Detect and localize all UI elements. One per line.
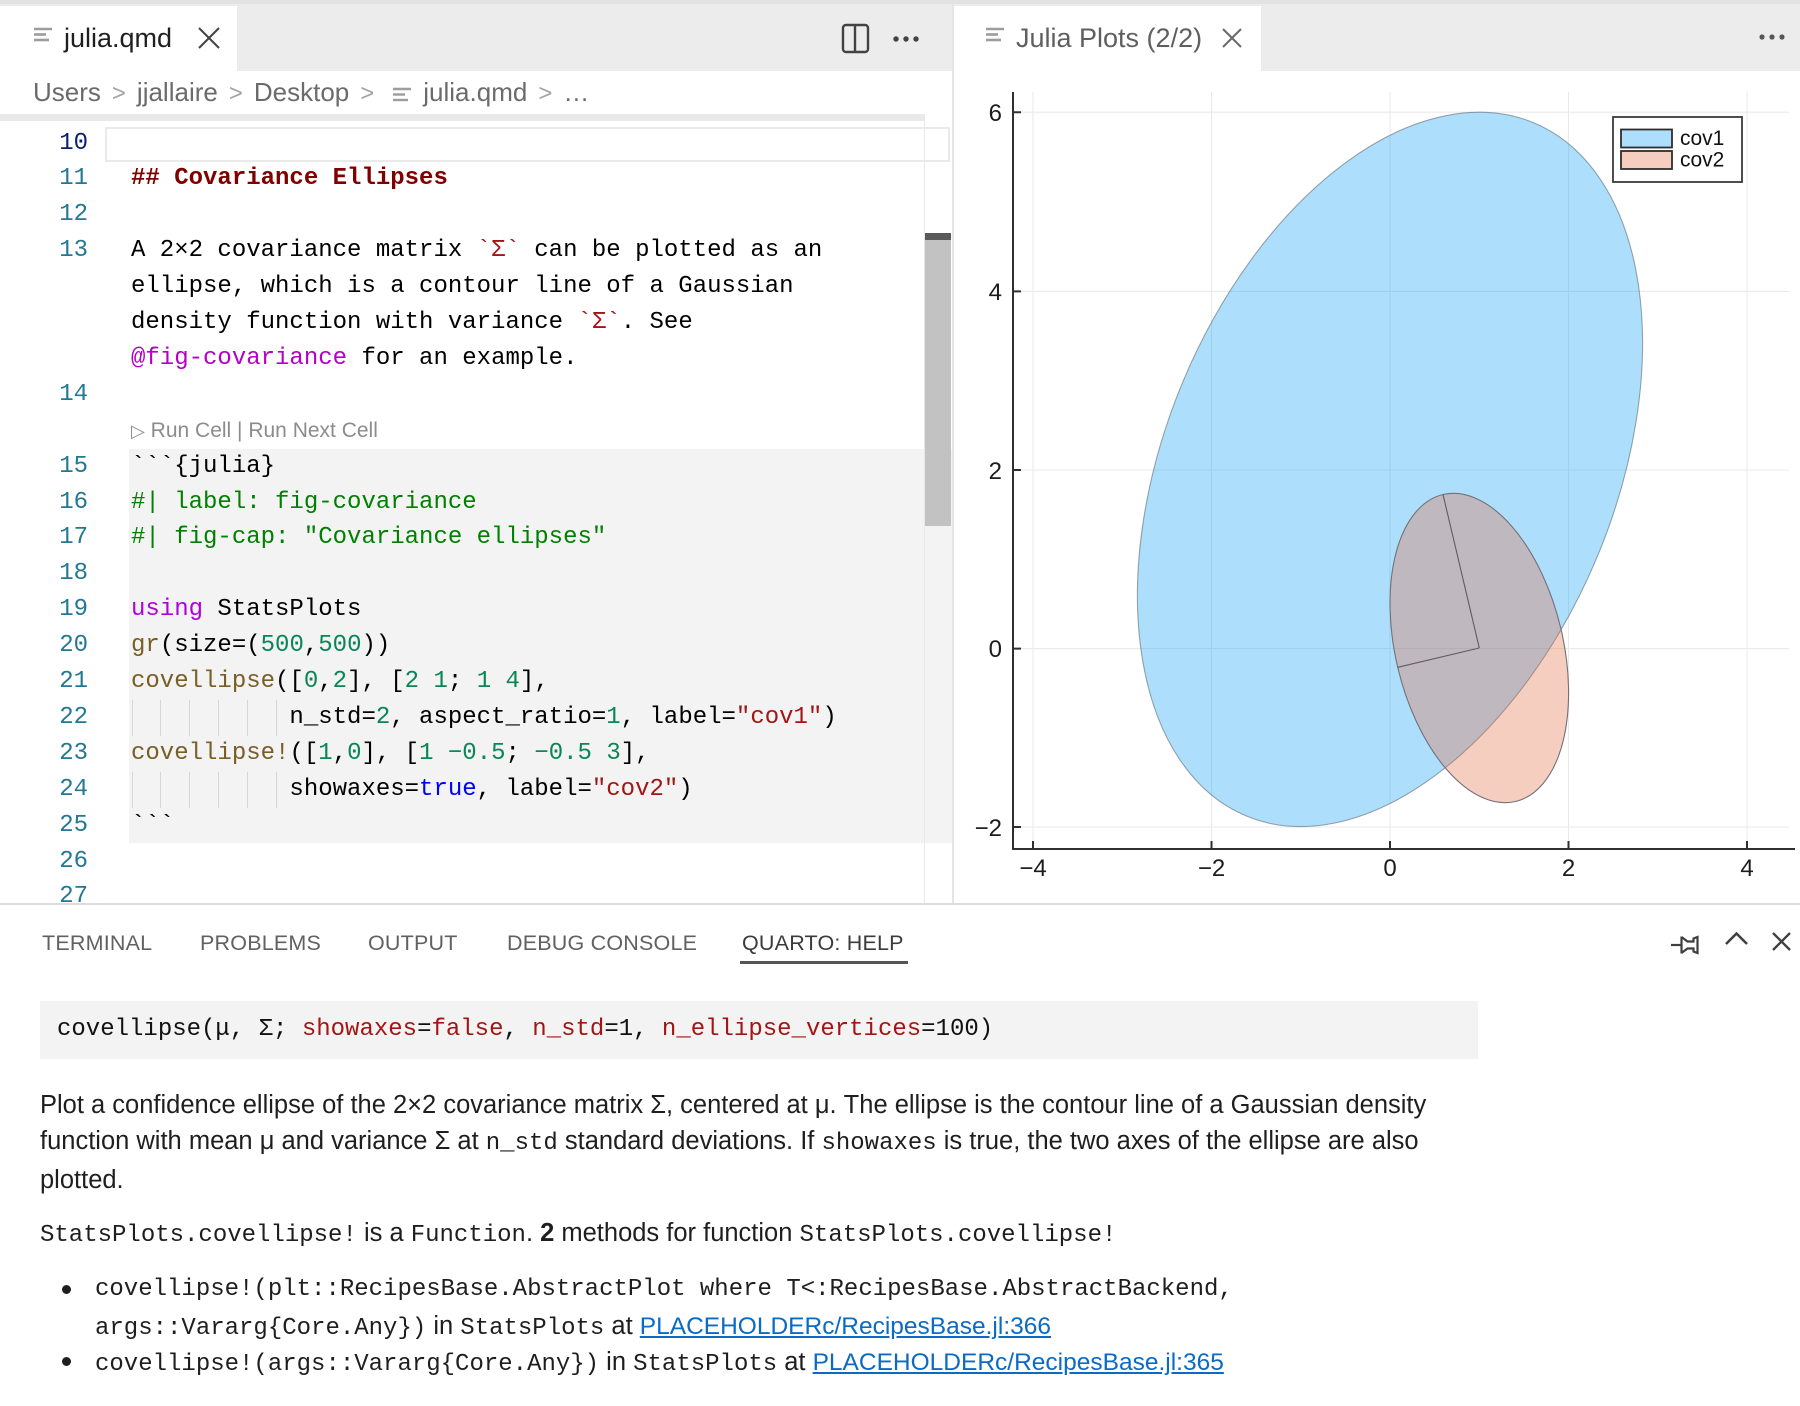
svg-text:cov1: cov1 <box>1680 127 1724 150</box>
svg-text:2: 2 <box>989 458 1002 485</box>
svg-text:−2: −2 <box>1198 855 1225 882</box>
svg-text:6: 6 <box>989 100 1002 127</box>
svg-text:−2: −2 <box>975 815 1002 842</box>
svg-text:2: 2 <box>1562 855 1575 882</box>
svg-text:cov2: cov2 <box>1680 149 1724 172</box>
svg-text:−4: −4 <box>1019 855 1046 882</box>
svg-text:0: 0 <box>989 636 1002 663</box>
svg-text:0: 0 <box>1383 855 1396 882</box>
svg-text:4: 4 <box>1740 855 1753 882</box>
svg-text:4: 4 <box>989 279 1002 306</box>
